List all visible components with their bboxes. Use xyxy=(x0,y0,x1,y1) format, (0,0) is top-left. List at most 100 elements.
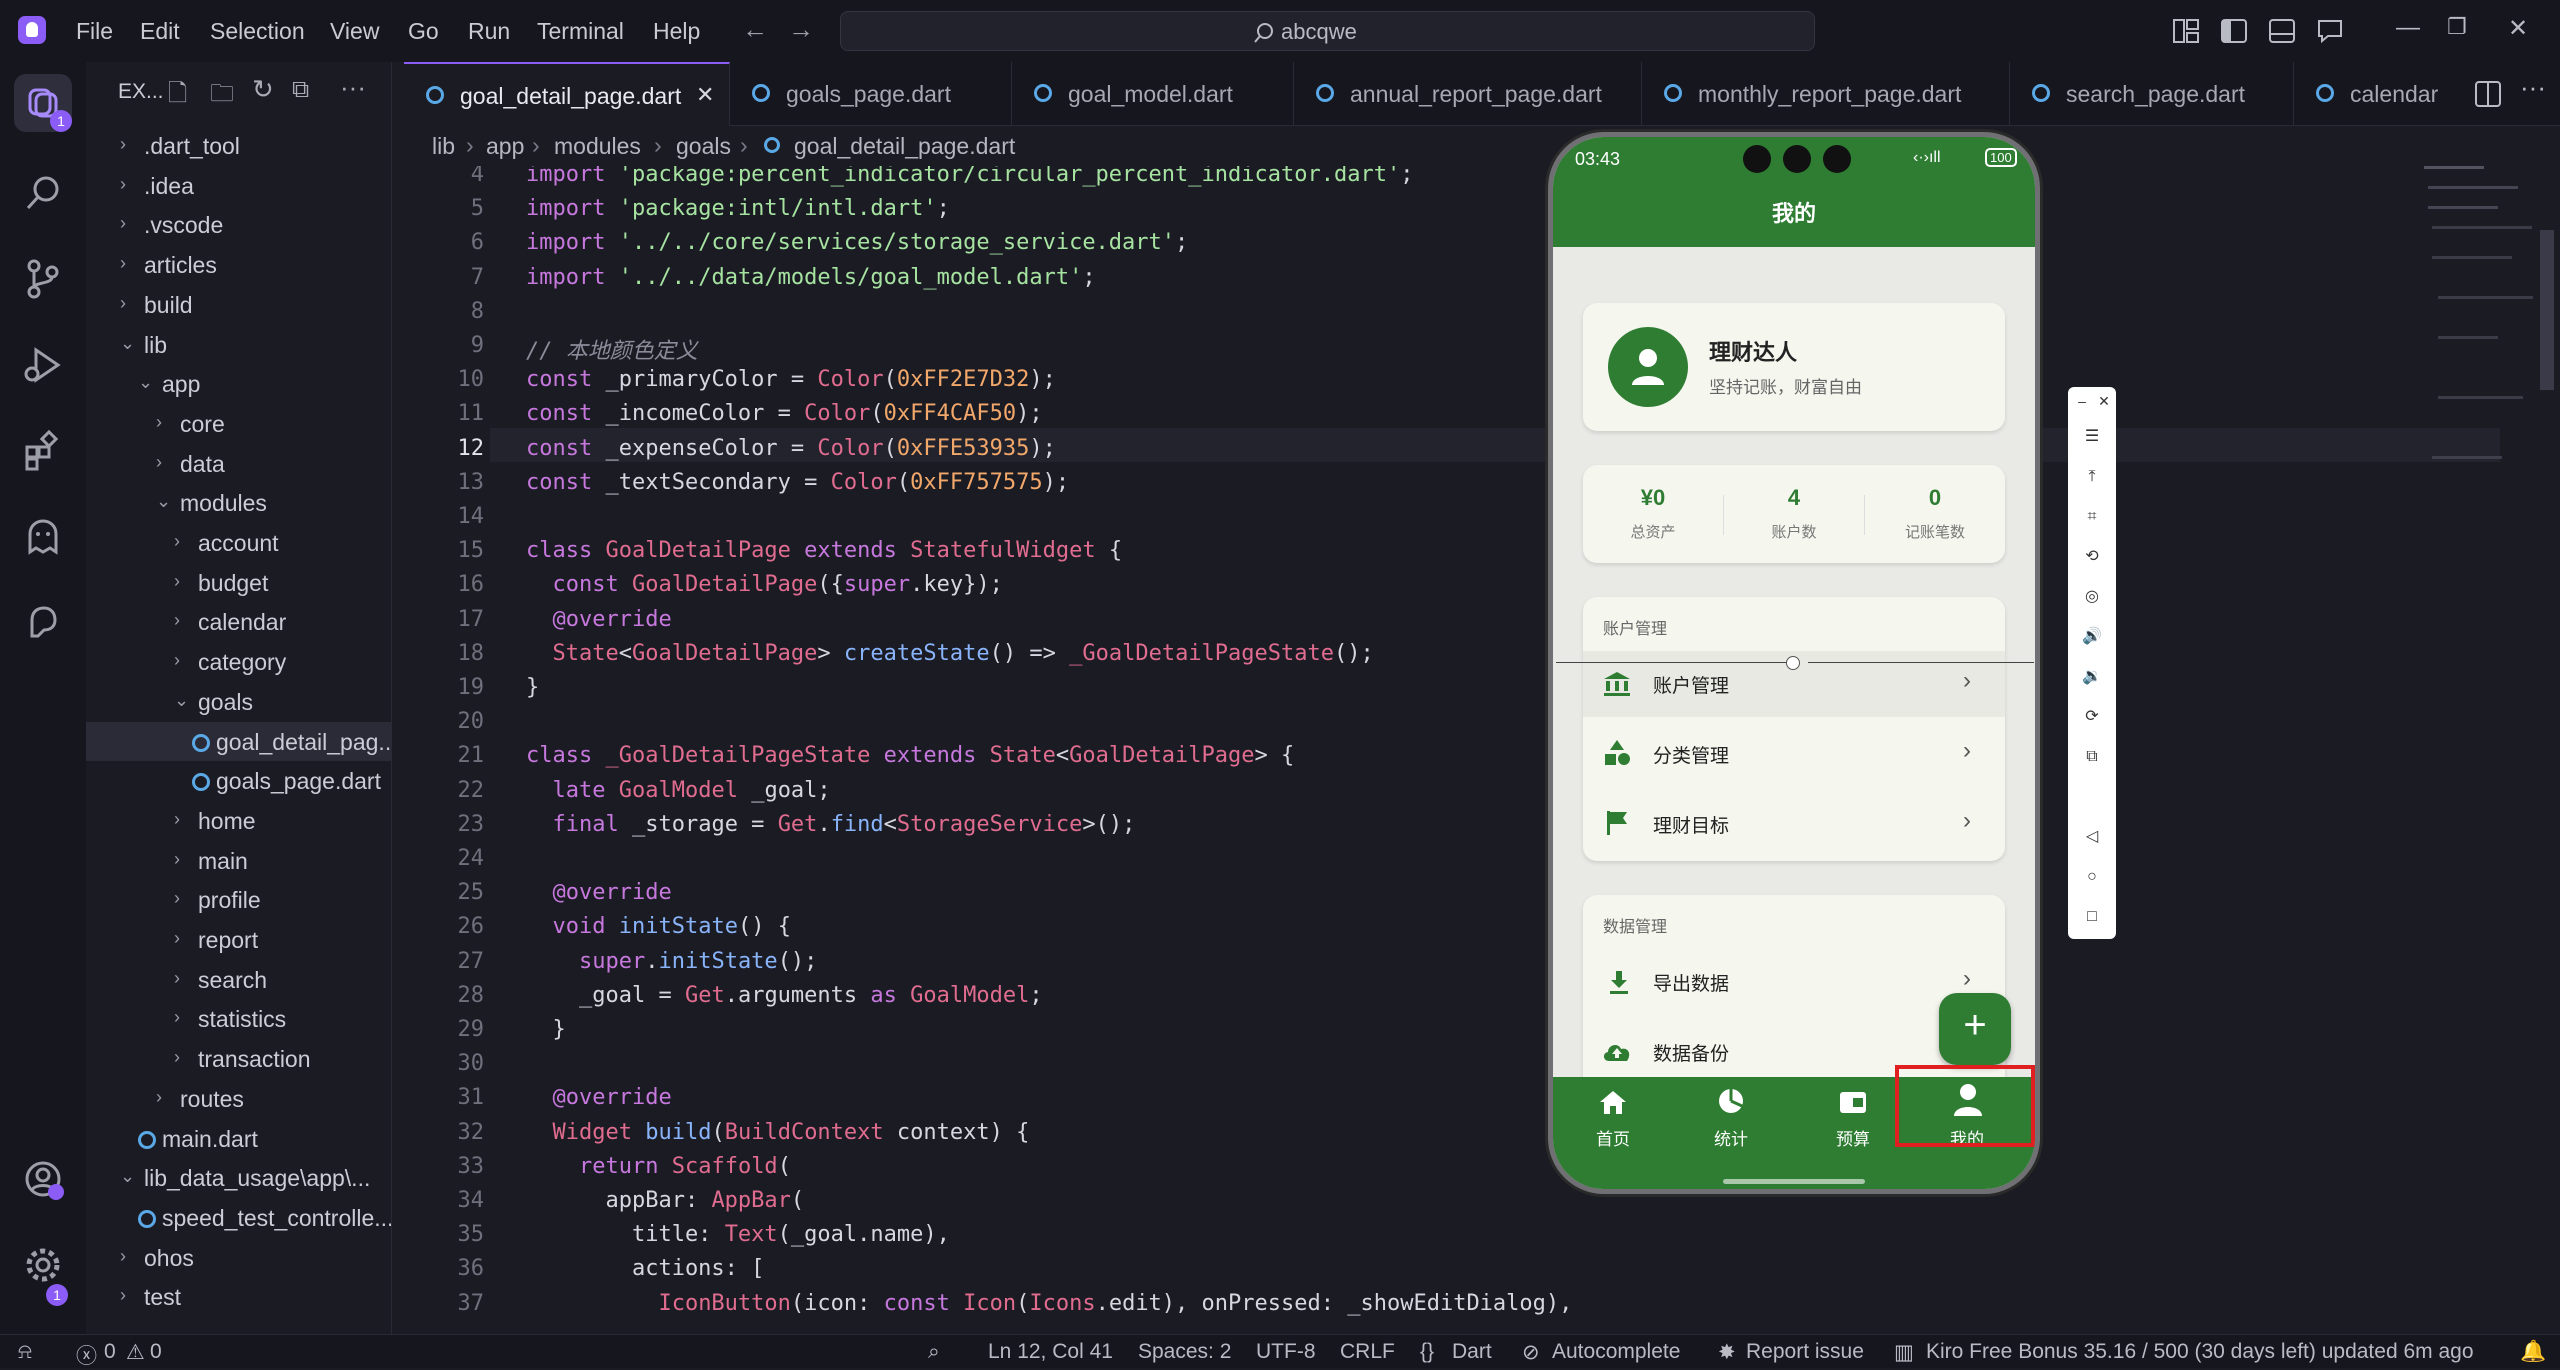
folder-item[interactable]: › .vscode xyxy=(86,205,391,244)
volume-up-icon[interactable]: 🔊 xyxy=(2082,627,2102,647)
folder-item[interactable]: › search xyxy=(86,960,391,999)
menu-help[interactable]: Help xyxy=(653,18,700,45)
error-icon[interactable]: ⓧ xyxy=(76,1340,97,1370)
toggle-panel-icon[interactable] xyxy=(2268,18,2296,44)
location-icon[interactable]: ◎ xyxy=(2082,587,2102,607)
extensions-icon[interactable] xyxy=(22,430,64,472)
code-line[interactable]: @override xyxy=(526,1085,672,1110)
breadcrumb-modules[interactable]: modules xyxy=(554,133,641,160)
search-icon[interactable] xyxy=(22,172,64,214)
nav-home[interactable]: 首页 xyxy=(1573,1077,1653,1157)
code-line[interactable]: @override xyxy=(526,607,672,632)
file-item[interactable]: goal_detail_pag... xyxy=(86,721,391,761)
layout-grid-icon[interactable] xyxy=(2172,18,2200,44)
close-window-icon[interactable]: ✕ xyxy=(2508,14,2528,43)
new-folder-icon[interactable]: 🗀 xyxy=(210,76,234,117)
folder-item[interactable]: › report xyxy=(86,920,391,959)
warning-count[interactable]: 0 xyxy=(150,1340,162,1364)
code-line[interactable]: } xyxy=(526,675,539,700)
toggle-sidebar-icon[interactable] xyxy=(2220,18,2248,44)
more-editor-actions-icon[interactable]: ··· xyxy=(2520,72,2546,103)
tab-search-page[interactable]: search_page.dart xyxy=(2010,62,2294,126)
folder-item[interactable]: › core xyxy=(86,404,391,443)
folder-item[interactable]: ⌄ modules xyxy=(86,483,391,522)
code-line[interactable]: IconButton(icon: const Icon(Icons.edit),… xyxy=(526,1291,1572,1316)
code-line[interactable]: // 本地颜色定义 xyxy=(526,333,698,365)
agent-activity-item[interactable]: 1 xyxy=(14,74,72,132)
folder-item[interactable]: › .dart_tool xyxy=(86,126,391,165)
guide-handle[interactable] xyxy=(1786,656,1800,670)
folder-item[interactable]: › test xyxy=(86,1277,391,1316)
minimize-icon[interactable]: — xyxy=(2396,14,2420,42)
minimap[interactable] xyxy=(2418,166,2538,526)
tab-monthly-report-page[interactable]: monthly_report_page.dart xyxy=(1642,62,2010,126)
pin-top-icon[interactable]: ⤒ xyxy=(2082,467,2102,487)
run-debug-icon[interactable] xyxy=(22,344,64,386)
encoding[interactable]: UTF-8 xyxy=(1256,1340,1316,1364)
code-line[interactable]: import '../../core/services/storage_serv… xyxy=(526,230,1188,255)
file-item[interactable]: goals_page.dart xyxy=(86,761,391,800)
language-mode[interactable]: Dart xyxy=(1452,1340,1492,1364)
folder-item[interactable]: › account xyxy=(86,523,391,562)
menu-edit[interactable]: Edit xyxy=(140,18,180,45)
code-line[interactable]: const _incomeColor = Color(0xFF4CAF50); xyxy=(526,401,1043,426)
code-line[interactable]: const _primaryColor = Color(0xFF2E7D32); xyxy=(526,367,1056,392)
restore-icon[interactable]: ❐ xyxy=(2447,14,2467,40)
folder-item[interactable]: ⌄ lib_data_usage\app\... xyxy=(86,1158,391,1197)
folder-item[interactable]: › build xyxy=(86,285,391,324)
tab-calendar[interactable]: calendar xyxy=(2294,62,2464,126)
line-ending[interactable]: CRLF xyxy=(1340,1340,1395,1364)
menu-view[interactable]: View xyxy=(330,18,379,45)
warning-icon[interactable]: ⚠ xyxy=(126,1340,145,1365)
close-icon[interactable]: ✕ xyxy=(2094,391,2114,411)
new-file-icon[interactable]: 🗋 xyxy=(168,76,187,117)
nav-statistics[interactable]: 统计 xyxy=(1691,1077,1771,1157)
add-fab-button[interactable]: + xyxy=(1939,993,2011,1065)
folder-item[interactable]: › routes xyxy=(86,1079,391,1118)
source-control-icon[interactable] xyxy=(22,258,64,300)
folder-item[interactable]: › .idea xyxy=(86,166,391,205)
menu-selection[interactable]: Selection xyxy=(210,18,305,45)
notifications-bell-icon[interactable]: 🔔 xyxy=(2520,1340,2546,1364)
remote-icon[interactable]: ⍾ xyxy=(18,1340,32,1364)
menu-item-financial-goals[interactable]: 理财目标 › xyxy=(1583,787,2005,857)
breadcrumb-lib[interactable]: lib xyxy=(432,133,455,160)
refresh-icon[interactable]: ↻ xyxy=(252,74,274,105)
code-line[interactable]: } xyxy=(526,1017,565,1042)
folder-item[interactable]: › category xyxy=(86,642,391,681)
recents-icon[interactable]: □ xyxy=(2082,907,2102,927)
code-line[interactable]: void initState() { xyxy=(526,914,791,939)
code-line[interactable]: Widget build(BuildContext context) { xyxy=(526,1120,1030,1145)
code-line[interactable]: @override xyxy=(526,880,672,905)
breadcrumb-file[interactable]: goal_detail_page.dart xyxy=(794,133,1015,160)
folder-item[interactable]: › ohos xyxy=(86,1238,391,1277)
breadcrumb-goals[interactable]: goals xyxy=(676,133,731,160)
folder-item[interactable]: › profile xyxy=(86,880,391,919)
settings-gear-icon[interactable] xyxy=(22,1244,64,1286)
code-editor[interactable]: 4 import 'package:percent_indicator/circu… xyxy=(404,166,2560,1326)
code-line[interactable]: actions: [ xyxy=(526,1256,764,1281)
code-line[interactable]: const GoalDetailPage({super.key}); xyxy=(526,572,1003,597)
folder-item[interactable]: ⌄ goals xyxy=(86,682,391,721)
code-line[interactable]: State<GoalDetailPage> createState() => _… xyxy=(526,641,1374,666)
forward-arrow-icon[interactable]: → xyxy=(788,14,814,45)
folder-item[interactable]: ⌄ lib xyxy=(86,325,391,364)
folder-item[interactable]: › transaction xyxy=(86,1039,391,1078)
folder-item[interactable]: › home xyxy=(86,801,391,840)
code-line[interactable]: super.initState(); xyxy=(526,949,817,974)
nav-budget[interactable]: 预算 xyxy=(1813,1077,1893,1157)
autocomplete-status[interactable]: Autocomplete xyxy=(1552,1340,1680,1364)
report-issue[interactable]: Report issue xyxy=(1746,1340,1864,1364)
code-line[interactable]: final _storage = Get.find<StorageService… xyxy=(526,812,1136,837)
code-line[interactable]: const _expenseColor = Color(0xFFE53935); xyxy=(526,436,1056,461)
cursor-position[interactable]: Ln 12, Col 41 xyxy=(988,1340,1113,1364)
folder-item[interactable]: › articles xyxy=(86,245,391,284)
breadcrumb-app[interactable]: app xyxy=(486,133,524,160)
more-actions-icon[interactable]: ··· xyxy=(340,72,366,103)
folder-item[interactable]: › statistics xyxy=(86,999,391,1038)
code-line[interactable]: class GoalDetailPage extends StatefulWid… xyxy=(526,538,1122,563)
tab-goals-page[interactable]: goals_page.dart xyxy=(730,62,1012,126)
code-line[interactable]: import 'package:intl/intl.dart'; xyxy=(526,196,950,221)
folder-item[interactable]: › calendar xyxy=(86,602,391,641)
tab-goal-detail-page[interactable]: goal_detail_page.dart ✕ xyxy=(404,62,730,126)
